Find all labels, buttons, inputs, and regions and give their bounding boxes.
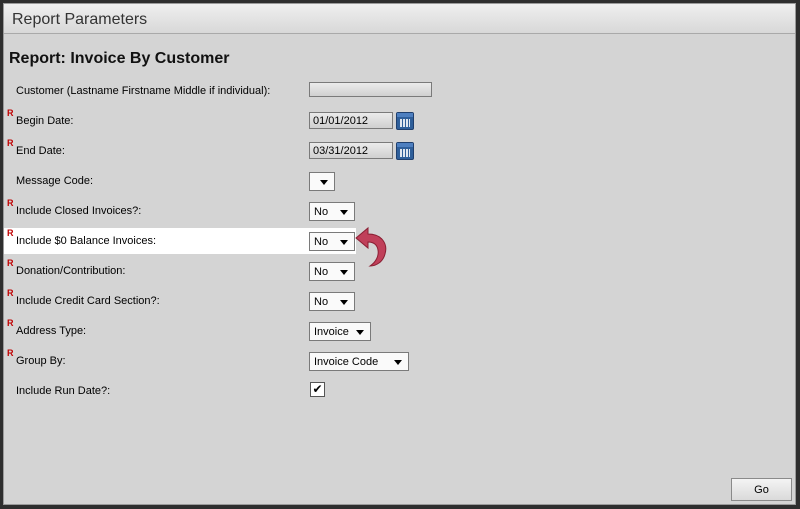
- message-code-select[interactable]: [309, 172, 335, 191]
- calendar-header: [397, 113, 413, 117]
- group-by-label: Group By:: [16, 355, 66, 367]
- chevron-down-icon: [340, 210, 348, 215]
- customer-input[interactable]: [309, 82, 432, 97]
- donation-label: Donation/Contribution:: [16, 265, 126, 277]
- end-date-row: R End Date:: [4, 138, 797, 164]
- calendar-header: [397, 143, 413, 147]
- group-by-row: R Group By: Invoice Code: [4, 348, 797, 374]
- include-closed-label: Include Closed Invoices?:: [16, 205, 142, 217]
- include-closed-row: R Include Closed Invoices?: No: [4, 198, 797, 224]
- required-marker: R: [7, 228, 14, 238]
- calendar-icon[interactable]: [396, 142, 414, 160]
- calendar-grid: [400, 149, 410, 157]
- include-credit-card-select[interactable]: No: [309, 292, 355, 311]
- begin-date-label: Begin Date:: [16, 115, 74, 127]
- include-zero-balance-select[interactable]: No: [309, 232, 355, 251]
- report-parameters-window: Report Parameters Report: Invoice By Cus…: [3, 3, 796, 505]
- include-run-date-row: Include Run Date?: ✔: [4, 380, 797, 404]
- include-zero-balance-value: No: [314, 236, 329, 248]
- include-credit-card-value: No: [314, 296, 329, 308]
- customer-label: Customer (Lastname Firstname Middle if i…: [16, 85, 271, 97]
- donation-value: No: [314, 266, 329, 278]
- include-run-date-checkbox[interactable]: ✔: [310, 382, 325, 397]
- calendar-icon[interactable]: [396, 112, 414, 130]
- required-marker: R: [7, 258, 14, 268]
- address-type-select[interactable]: Invoice: [309, 322, 371, 341]
- include-zero-balance-row: R Include $0 Balance Invoices: No: [4, 228, 356, 254]
- include-credit-card-label: Include Credit Card Section?:: [16, 295, 160, 307]
- include-zero-balance-label: Include $0 Balance Invoices:: [16, 235, 157, 247]
- go-button[interactable]: Go: [731, 478, 792, 501]
- required-marker: R: [7, 108, 14, 118]
- required-marker: R: [7, 348, 14, 358]
- message-code-label: Message Code:: [16, 175, 94, 187]
- chevron-down-icon: [340, 300, 348, 305]
- chevron-down-icon: [320, 180, 328, 185]
- required-marker: R: [7, 288, 14, 298]
- address-type-label: Address Type:: [16, 325, 87, 337]
- begin-date-row: R Begin Date:: [4, 108, 797, 134]
- required-marker: R: [7, 198, 14, 208]
- customer-row: Customer (Lastname Firstname Middle if i…: [4, 80, 797, 104]
- include-closed-value: No: [314, 206, 329, 218]
- end-date-input[interactable]: [309, 142, 393, 159]
- required-marker: R: [7, 318, 14, 328]
- title-bar: Report Parameters: [4, 4, 795, 34]
- chevron-down-icon: [356, 330, 364, 335]
- address-type-row: R Address Type: Invoice: [4, 318, 797, 344]
- donation-row: R Donation/Contribution: No: [4, 258, 797, 284]
- curved-arrow-icon: [355, 226, 387, 267]
- chevron-down-icon: [340, 240, 348, 245]
- arrow-shape: [355, 226, 387, 267]
- checkmark-icon: ✔: [312, 382, 323, 396]
- begin-date-input[interactable]: [309, 112, 393, 129]
- report-title: Report: Invoice By Customer: [9, 50, 230, 67]
- donation-select[interactable]: No: [309, 262, 355, 281]
- group-by-value: Invoice Code: [314, 356, 379, 368]
- message-code-row: Message Code:: [4, 170, 797, 194]
- include-closed-select[interactable]: No: [309, 202, 355, 221]
- window-title: Report Parameters: [12, 11, 148, 28]
- required-marker: R: [7, 138, 14, 148]
- group-by-select[interactable]: Invoice Code: [309, 352, 409, 371]
- include-run-date-label: Include Run Date?:: [16, 385, 111, 397]
- include-credit-card-row: R Include Credit Card Section?: No: [4, 288, 797, 314]
- chevron-down-icon: [340, 270, 348, 275]
- address-type-value: Invoice: [314, 326, 349, 338]
- chevron-down-icon: [394, 360, 402, 365]
- end-date-label: End Date:: [16, 145, 65, 157]
- calendar-grid: [400, 119, 410, 127]
